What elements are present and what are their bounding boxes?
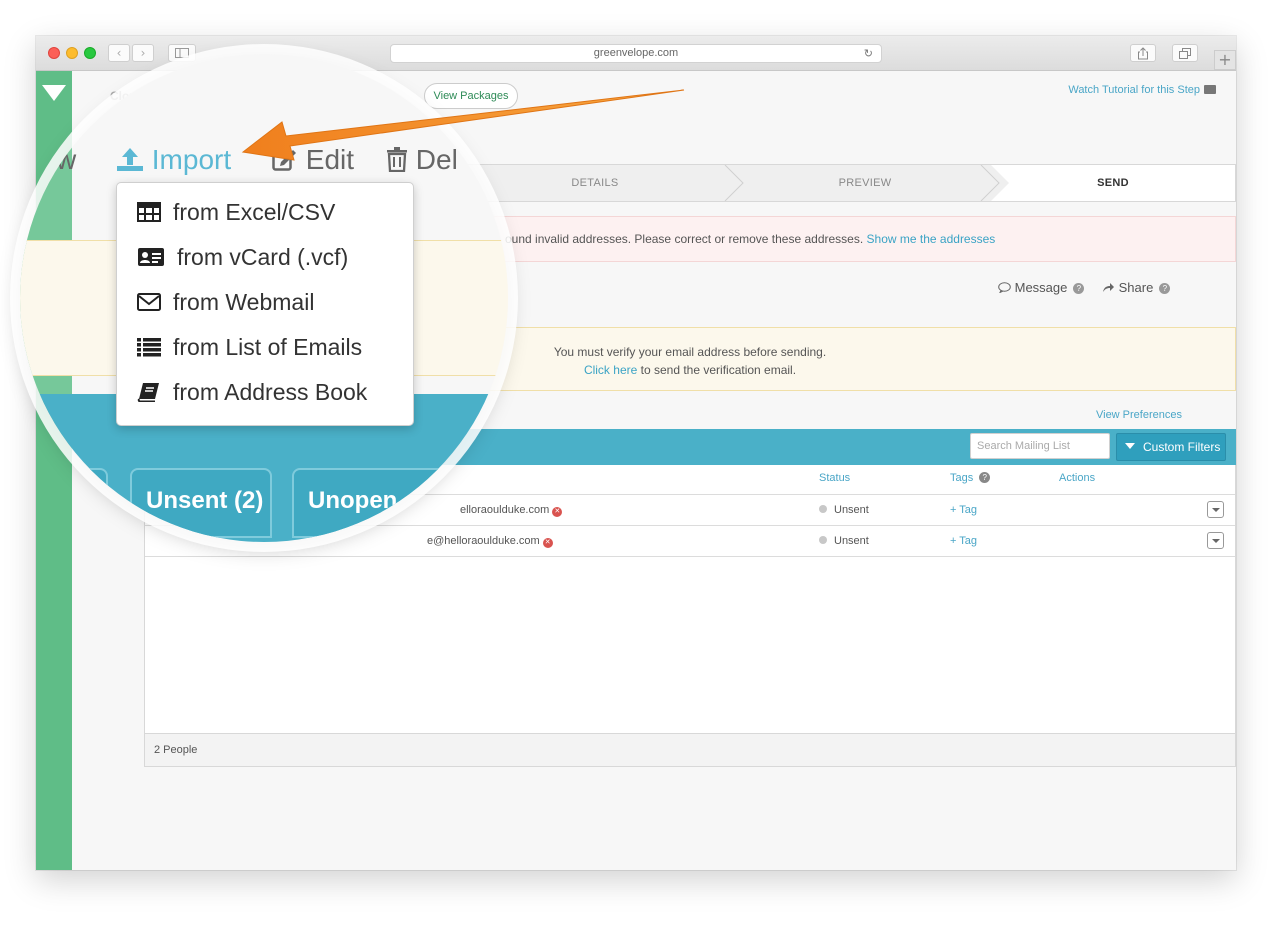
step-separator-icon xyxy=(724,165,744,201)
vcard-icon xyxy=(138,248,164,266)
table-footer: 2 People xyxy=(144,733,1236,767)
status-cell: Unsent xyxy=(819,504,869,516)
upload-icon xyxy=(117,148,143,171)
column-tags-label: Tags xyxy=(950,472,974,484)
tutorial-label: Watch Tutorial for this Step xyxy=(1068,84,1200,96)
help-icon[interactable]: ? xyxy=(1159,283,1171,294)
step-details[interactable]: DETAILS xyxy=(475,165,715,201)
envelope-icon xyxy=(137,293,161,311)
watch-tutorial-link[interactable]: Watch Tutorial for this Step xyxy=(1068,84,1216,96)
menu-item-label: from vCard (.vcf) xyxy=(177,244,349,270)
column-status[interactable]: Status xyxy=(819,472,850,484)
magnified-view: w Import Edit Del from Excel/CSV from vC… xyxy=(20,54,508,542)
status-cell: Unsent xyxy=(819,535,869,547)
message-action[interactable]: Message? xyxy=(998,280,1085,295)
column-actions: Actions xyxy=(1059,472,1096,484)
new-tab-button[interactable]: + xyxy=(1214,50,1236,70)
invalid-alert-text: ound invalid addresses. Please correct o… xyxy=(505,232,864,246)
import-from-list-of-emails[interactable]: from List of Emails xyxy=(137,328,362,366)
search-input[interactable]: Search Mailing List xyxy=(970,433,1110,459)
view-action-partial[interactable]: w xyxy=(56,144,76,176)
magnifier-callout: w Import Edit Del from Excel/CSV from vC… xyxy=(20,54,508,542)
custom-filters-button[interactable]: Custom Filters xyxy=(1116,433,1226,461)
import-from-webmail[interactable]: from Webmail xyxy=(137,283,314,321)
import-from-address-book[interactable]: from Address Book xyxy=(137,373,367,411)
video-camera-icon xyxy=(1204,85,1216,94)
send-verification-link[interactable]: Click here xyxy=(584,363,637,377)
import-from-vcard[interactable]: from vCard (.vcf) xyxy=(137,238,348,276)
invalid-address-icon: ✕ xyxy=(542,538,553,548)
show-addresses-link[interactable]: Show me the addresses xyxy=(867,232,996,246)
add-tag-link[interactable]: + Tag xyxy=(950,535,977,547)
verify-alert-line2: to send the verification email. xyxy=(640,363,797,377)
speech-bubble-icon xyxy=(998,282,1011,294)
menu-item-label: from Excel/CSV xyxy=(173,199,336,225)
edit-label: Edit xyxy=(305,144,355,175)
delete-button[interactable]: Del xyxy=(386,144,458,176)
menu-item-label: from Address Book xyxy=(173,379,368,405)
tab-partial[interactable] xyxy=(82,468,108,538)
import-from-excel-csv[interactable]: from Excel/CSV xyxy=(137,193,335,231)
edit-button[interactable]: Edit xyxy=(272,144,354,176)
tab-unopened[interactable]: Unopen xyxy=(292,468,452,538)
edit-pencil-icon xyxy=(272,150,296,171)
column-tags[interactable]: Tags? xyxy=(950,472,991,484)
share-icon xyxy=(1138,47,1148,60)
help-icon[interactable]: ? xyxy=(979,472,991,483)
list-icon xyxy=(137,338,161,357)
share-action[interactable]: Share? xyxy=(1102,280,1171,295)
import-dropdown-menu: from Excel/CSV from vCard (.vcf) from We… xyxy=(116,182,414,426)
share-arrow-icon xyxy=(1103,283,1114,292)
share-button[interactable] xyxy=(1130,44,1156,62)
step-send[interactable]: SEND xyxy=(991,165,1235,201)
table-icon xyxy=(137,202,161,222)
status-text: Unsent xyxy=(834,504,869,516)
menu-item-label: from List of Emails xyxy=(173,334,363,360)
step-preview[interactable]: PREVIEW xyxy=(745,165,985,201)
delete-label: Del xyxy=(415,144,458,175)
reload-icon[interactable]: ↻ xyxy=(864,46,873,63)
share-label: Share xyxy=(1118,280,1154,295)
trash-icon xyxy=(387,147,407,173)
message-label: Message xyxy=(1014,280,1068,295)
row-actions-dropdown[interactable] xyxy=(1207,501,1224,518)
menu-item-label: from Webmail xyxy=(173,289,315,315)
custom-filters-label: Custom Filters xyxy=(1143,440,1221,454)
add-tag-link[interactable]: + Tag xyxy=(950,504,977,516)
filter-icon xyxy=(1125,443,1135,449)
url-text: greenvelope.com xyxy=(593,47,679,59)
row-actions-dropdown[interactable] xyxy=(1207,532,1224,549)
search-placeholder: Search Mailing List xyxy=(977,440,1070,452)
invalid-address-icon: ✕ xyxy=(552,507,563,517)
status-text: Unsent xyxy=(834,535,869,547)
import-button[interactable]: Import xyxy=(116,144,231,176)
help-icon[interactable]: ? xyxy=(1073,283,1085,294)
status-dot-icon xyxy=(819,505,827,513)
status-dot-icon xyxy=(819,536,827,544)
tabs-button[interactable] xyxy=(1172,44,1198,62)
tab-unsent[interactable]: Unsent (2) xyxy=(130,468,272,538)
tabs-icon xyxy=(1179,48,1191,59)
book-icon xyxy=(137,383,159,402)
view-preferences-link[interactable]: View Preferences xyxy=(1096,409,1182,421)
import-label: Import xyxy=(151,144,232,175)
